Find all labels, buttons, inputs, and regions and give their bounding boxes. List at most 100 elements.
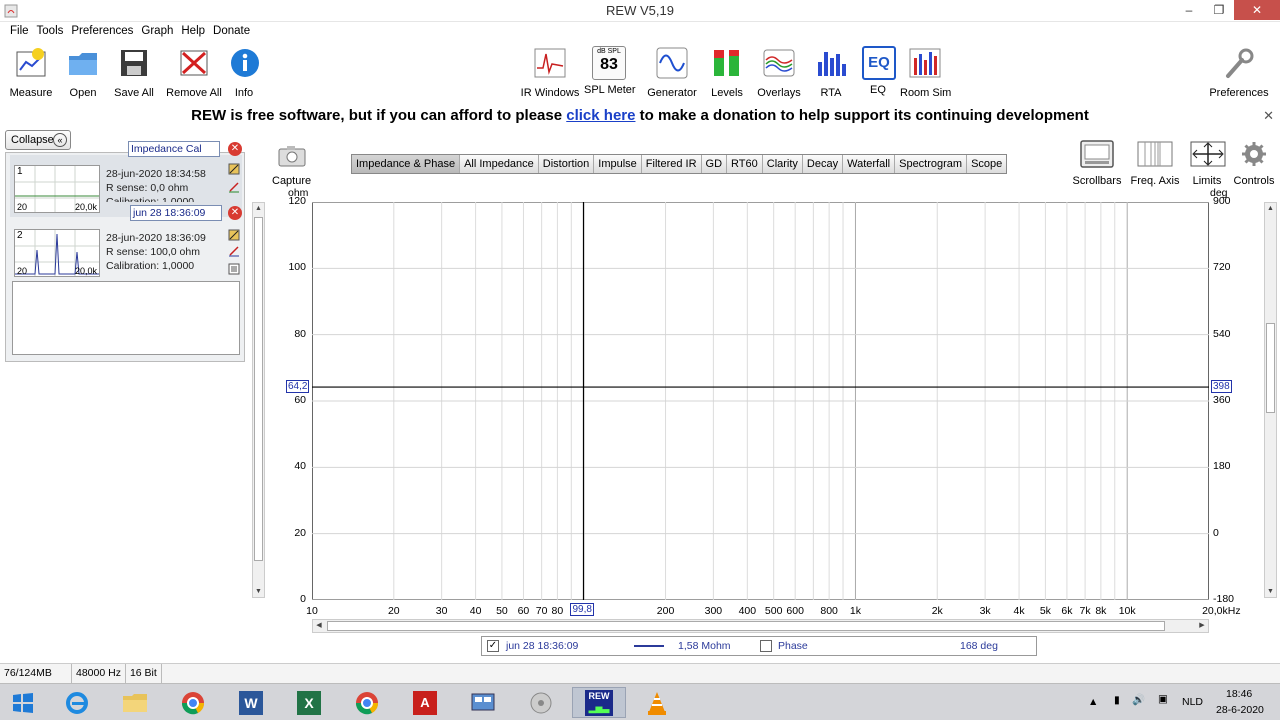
tab-waterfall[interactable]: Waterfall [843, 155, 896, 173]
scroll-up-icon[interactable]: ▲ [253, 203, 264, 214]
double-chevron-left-icon: « [53, 133, 67, 147]
network-icon[interactable]: ▣ [1158, 693, 1168, 705]
tray-chevron-up-icon[interactable]: ▲ [1088, 696, 1098, 708]
tab-impedance-phase[interactable]: Impedance & Phase [352, 155, 461, 173]
delete-measurement-icon[interactable]: ✕ [228, 206, 242, 220]
measurement-name-field[interactable]: Impedance Cal [128, 141, 220, 157]
notes-textarea[interactable] [12, 281, 240, 355]
open-button[interactable]: Open [64, 46, 102, 99]
control-panel-icon[interactable] [456, 687, 510, 718]
capture-button[interactable]: Capture [272, 144, 311, 187]
color-pen-icon[interactable] [228, 181, 240, 193]
minimize-button[interactable]: – [1174, 0, 1204, 20]
scroll-thumb[interactable] [254, 217, 263, 561]
scroll-down-icon[interactable]: ▼ [253, 586, 264, 597]
rew-icon[interactable]: REW ▂▅▃ [572, 687, 626, 718]
tab-scope[interactable]: Scope [967, 155, 1006, 173]
room-sim-button[interactable]: Room Sim [900, 46, 951, 99]
info-button[interactable]: Info [228, 46, 260, 99]
chrome-icon[interactable] [166, 687, 220, 718]
remove-all-button[interactable]: Remove All [166, 46, 222, 99]
vlc-icon[interactable] [630, 687, 684, 718]
eq-button[interactable]: EQ EQ [862, 46, 896, 96]
rta-button[interactable]: RTA [814, 46, 848, 99]
window-title: REW V5,19 [606, 3, 674, 18]
menu-graph[interactable]: Graph [137, 23, 177, 41]
donate-link[interactable]: click here [566, 107, 635, 124]
scroll-up-icon[interactable]: ▲ [1265, 203, 1276, 214]
collapse-button[interactable]: Collapse « [5, 130, 71, 150]
generator-button[interactable]: Generator [646, 46, 698, 99]
excel-icon[interactable]: X [282, 687, 336, 718]
measurement-name-field[interactable]: jun 28 18:36:09 [130, 205, 222, 221]
cursor-x-readout: 99,8 [570, 603, 594, 616]
x-tick-label: 30 [435, 605, 448, 617]
menu-donate[interactable]: Donate [209, 23, 254, 41]
freq-axis-button[interactable]: Freq. Axis [1128, 140, 1182, 187]
edit-icon[interactable] [228, 229, 240, 241]
tab-rt60[interactable]: RT60 [727, 155, 763, 173]
media-player-icon[interactable] [514, 687, 568, 718]
impedance-phase-graph[interactable] [312, 202, 1209, 600]
overlays-button[interactable]: Overlays [756, 46, 802, 99]
volume-icon[interactable]: 🔊 [1132, 693, 1145, 706]
right-vertical-scrollbar[interactable]: ▲ ▼ [1264, 202, 1277, 598]
levels-button[interactable]: Levels [708, 46, 746, 99]
ir-windows-button[interactable]: IR Windows [520, 46, 580, 99]
horizontal-scrollbar[interactable]: ◀ ▶ [312, 619, 1209, 633]
tab-spectrogram[interactable]: Spectrogram [895, 155, 968, 173]
tab-clarity[interactable]: Clarity [763, 155, 803, 173]
scrollbars-button[interactable]: Scrollbars [1072, 140, 1122, 187]
wrench-icon [1226, 48, 1254, 78]
menu-tools[interactable]: Tools [33, 23, 68, 41]
series1-checkbox[interactable]: ✓ [487, 640, 499, 652]
scroll-thumb[interactable] [1266, 323, 1275, 413]
word-icon[interactable]: W [224, 687, 278, 718]
measurement-item[interactable]: 2 20 20,0k jun 28 18:36:09 ✕ 28-jun-2020… [10, 205, 242, 281]
left-vertical-scrollbar[interactable]: ▲ ▼ [252, 202, 265, 598]
save-all-button[interactable]: Save All [112, 46, 156, 99]
menu-file[interactable]: File [6, 23, 33, 41]
close-button[interactable]: ✕ [1234, 0, 1280, 20]
scroll-thumb[interactable] [327, 621, 1165, 631]
tab-all-impedance[interactable]: All Impedance [460, 155, 539, 173]
windows-start-icon[interactable] [0, 687, 46, 718]
tab-decay[interactable]: Decay [803, 155, 844, 173]
notes-icon[interactable] [228, 263, 240, 275]
y2-tick-label: 0 [1213, 526, 1219, 539]
tab-impulse[interactable]: Impulse [594, 155, 642, 173]
banner-close-icon[interactable]: ✕ [1263, 104, 1274, 128]
series2-checkbox[interactable] [760, 640, 772, 652]
restore-button[interactable]: ❐ [1204, 0, 1234, 20]
windows-taskbar: W X A REW ▂▅▃ ▲ ▮ 🔊 ▣ NLD 18:46 28-6-2020 [0, 683, 1280, 720]
save-icon [121, 50, 147, 76]
menu-preferences[interactable]: Preferences [67, 23, 137, 41]
scroll-right-icon[interactable]: ▶ [1196, 620, 1208, 632]
limits-button[interactable]: Limits [1188, 140, 1226, 187]
tab-distortion[interactable]: Distortion [539, 155, 595, 173]
clock-time[interactable]: 18:46 [1226, 688, 1252, 700]
graph-tabs: Impedance & Phase All Impedance Distorti… [351, 154, 1008, 174]
x-tick-label: 70 [535, 605, 548, 617]
scroll-left-icon[interactable]: ◀ [313, 620, 325, 632]
menu-help[interactable]: Help [177, 23, 209, 41]
cursor-y2-readout: 398 [1211, 380, 1232, 394]
file-explorer-icon[interactable] [108, 687, 162, 718]
color-pen-icon[interactable] [228, 245, 240, 257]
battery-icon[interactable]: ▮ [1114, 694, 1120, 706]
input-language[interactable]: NLD [1182, 696, 1203, 708]
chrome-icon[interactable] [340, 687, 394, 718]
scroll-down-icon[interactable]: ▼ [1265, 586, 1276, 597]
clock-date[interactable]: 28-6-2020 [1216, 704, 1264, 716]
acrobat-icon[interactable]: A [398, 687, 452, 718]
controls-button[interactable]: Controls [1232, 140, 1276, 187]
tab-filtered-ir[interactable]: Filtered IR [642, 155, 702, 173]
preferences-button[interactable]: Preferences [1206, 46, 1272, 99]
tab-gd[interactable]: GD [702, 155, 728, 173]
edit-icon[interactable] [228, 163, 240, 175]
spl-meter-button[interactable]: dB SPL 83 SPL Meter [584, 46, 636, 96]
delete-measurement-icon[interactable]: ✕ [228, 142, 242, 156]
cursor-y-readout: 64,2 [286, 380, 310, 394]
measure-button[interactable]: Measure [8, 46, 54, 99]
internet-explorer-icon[interactable] [50, 687, 104, 718]
